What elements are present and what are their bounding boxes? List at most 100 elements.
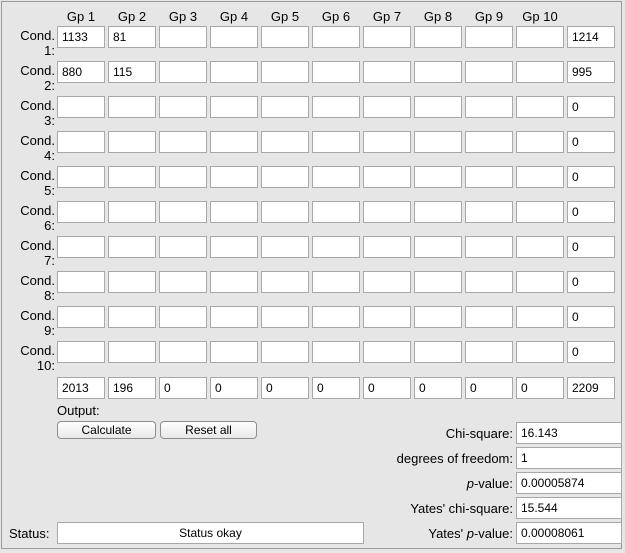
count-input-cond-10-gp-5[interactable] (261, 341, 309, 363)
count-input-cond-5-gp-1[interactable] (57, 166, 105, 188)
count-input-cond-9-gp-1[interactable] (57, 306, 105, 328)
count-input-cond-10-gp-4[interactable] (210, 341, 258, 363)
row-total-cond-9[interactable]: 0 (567, 306, 615, 328)
count-input-cond-6-gp-3[interactable] (159, 201, 207, 223)
count-input-cond-10-gp-7[interactable] (363, 341, 411, 363)
column-total-gp-1[interactable]: 2013 (57, 377, 105, 399)
count-input-cond-6-gp-9[interactable] (465, 201, 513, 223)
count-input-cond-5-gp-10[interactable] (516, 166, 564, 188)
count-input-cond-8-gp-9[interactable] (465, 271, 513, 293)
row-total-cond-3[interactable]: 0 (567, 96, 615, 118)
count-input-cond-4-gp-4[interactable] (210, 131, 258, 153)
count-input-cond-9-gp-8[interactable] (414, 306, 462, 328)
yates-chi-square-output[interactable]: 15.544 (516, 497, 622, 519)
row-total-cond-1[interactable]: 1214 (567, 26, 615, 48)
count-input-cond-3-gp-1[interactable] (57, 96, 105, 118)
count-input-cond-9-gp-10[interactable] (516, 306, 564, 328)
count-input-cond-9-gp-7[interactable] (363, 306, 411, 328)
count-input-cond-8-gp-7[interactable] (363, 271, 411, 293)
count-input-cond-8-gp-10[interactable] (516, 271, 564, 293)
count-input-cond-7-gp-3[interactable] (159, 236, 207, 258)
count-input-cond-3-gp-8[interactable] (414, 96, 462, 118)
count-input-cond-1-gp-5[interactable] (261, 26, 309, 48)
count-input-cond-5-gp-2[interactable] (108, 166, 156, 188)
count-input-cond-4-gp-1[interactable] (57, 131, 105, 153)
count-input-cond-3-gp-2[interactable] (108, 96, 156, 118)
count-input-cond-2-gp-3[interactable] (159, 61, 207, 83)
column-total-gp-7[interactable]: 0 (363, 377, 411, 399)
grand-total[interactable]: 2209 (567, 377, 615, 399)
count-input-cond-8-gp-3[interactable] (159, 271, 207, 293)
count-input-cond-7-gp-5[interactable] (261, 236, 309, 258)
count-input-cond-4-gp-5[interactable] (261, 131, 309, 153)
row-total-cond-7[interactable]: 0 (567, 236, 615, 258)
count-input-cond-10-gp-1[interactable] (57, 341, 105, 363)
count-input-cond-1-gp-4[interactable] (210, 26, 258, 48)
row-total-cond-5[interactable]: 0 (567, 166, 615, 188)
count-input-cond-4-gp-3[interactable] (159, 131, 207, 153)
count-input-cond-5-gp-6[interactable] (312, 166, 360, 188)
count-input-cond-7-gp-7[interactable] (363, 236, 411, 258)
count-input-cond-7-gp-9[interactable] (465, 236, 513, 258)
count-input-cond-4-gp-9[interactable] (465, 131, 513, 153)
column-total-gp-5[interactable]: 0 (261, 377, 309, 399)
count-input-cond-1-gp-8[interactable] (414, 26, 462, 48)
count-input-cond-10-gp-6[interactable] (312, 341, 360, 363)
count-input-cond-6-gp-8[interactable] (414, 201, 462, 223)
count-input-cond-7-gp-10[interactable] (516, 236, 564, 258)
count-input-cond-10-gp-2[interactable] (108, 341, 156, 363)
column-total-gp-10[interactable]: 0 (516, 377, 564, 399)
column-total-gp-9[interactable]: 0 (465, 377, 513, 399)
count-input-cond-7-gp-6[interactable] (312, 236, 360, 258)
row-total-cond-6[interactable]: 0 (567, 201, 615, 223)
count-input-cond-3-gp-9[interactable] (465, 96, 513, 118)
count-input-cond-10-gp-3[interactable] (159, 341, 207, 363)
count-input-cond-8-gp-4[interactable] (210, 271, 258, 293)
yates-p-value-output[interactable]: 0.00008061 (516, 522, 622, 544)
column-total-gp-4[interactable]: 0 (210, 377, 258, 399)
count-input-cond-2-gp-5[interactable] (261, 61, 309, 83)
count-input-cond-1-gp-10[interactable] (516, 26, 564, 48)
column-total-gp-2[interactable]: 196 (108, 377, 156, 399)
count-input-cond-8-gp-2[interactable] (108, 271, 156, 293)
count-input-cond-5-gp-7[interactable] (363, 166, 411, 188)
count-input-cond-2-gp-4[interactable] (210, 61, 258, 83)
count-input-cond-8-gp-5[interactable] (261, 271, 309, 293)
count-input-cond-9-gp-5[interactable] (261, 306, 309, 328)
count-input-cond-4-gp-10[interactable] (516, 131, 564, 153)
count-input-cond-7-gp-4[interactable] (210, 236, 258, 258)
count-input-cond-6-gp-10[interactable] (516, 201, 564, 223)
count-input-cond-3-gp-10[interactable] (516, 96, 564, 118)
count-input-cond-4-gp-7[interactable] (363, 131, 411, 153)
count-input-cond-4-gp-6[interactable] (312, 131, 360, 153)
count-input-cond-7-gp-2[interactable] (108, 236, 156, 258)
count-input-cond-9-gp-2[interactable] (108, 306, 156, 328)
p-value-output[interactable]: 0.00005874 (516, 472, 622, 494)
count-input-cond-1-gp-2[interactable]: 81 (108, 26, 156, 48)
column-total-gp-8[interactable]: 0 (414, 377, 462, 399)
count-input-cond-3-gp-5[interactable] (261, 96, 309, 118)
count-input-cond-1-gp-7[interactable] (363, 26, 411, 48)
count-input-cond-5-gp-5[interactable] (261, 166, 309, 188)
count-input-cond-1-gp-1[interactable]: 1133 (57, 26, 105, 48)
count-input-cond-6-gp-2[interactable] (108, 201, 156, 223)
count-input-cond-10-gp-8[interactable] (414, 341, 462, 363)
count-input-cond-7-gp-8[interactable] (414, 236, 462, 258)
count-input-cond-3-gp-7[interactable] (363, 96, 411, 118)
count-input-cond-6-gp-7[interactable] (363, 201, 411, 223)
chi-square-output[interactable]: 16.143 (516, 422, 622, 444)
count-input-cond-9-gp-9[interactable] (465, 306, 513, 328)
count-input-cond-2-gp-6[interactable] (312, 61, 360, 83)
row-total-cond-4[interactable]: 0 (567, 131, 615, 153)
row-total-cond-2[interactable]: 995 (567, 61, 615, 83)
count-input-cond-8-gp-1[interactable] (57, 271, 105, 293)
count-input-cond-1-gp-3[interactable] (159, 26, 207, 48)
count-input-cond-1-gp-9[interactable] (465, 26, 513, 48)
count-input-cond-9-gp-4[interactable] (210, 306, 258, 328)
count-input-cond-9-gp-6[interactable] (312, 306, 360, 328)
count-input-cond-7-gp-1[interactable] (57, 236, 105, 258)
count-input-cond-3-gp-3[interactable] (159, 96, 207, 118)
count-input-cond-8-gp-8[interactable] (414, 271, 462, 293)
count-input-cond-3-gp-6[interactable] (312, 96, 360, 118)
count-input-cond-10-gp-10[interactable] (516, 341, 564, 363)
